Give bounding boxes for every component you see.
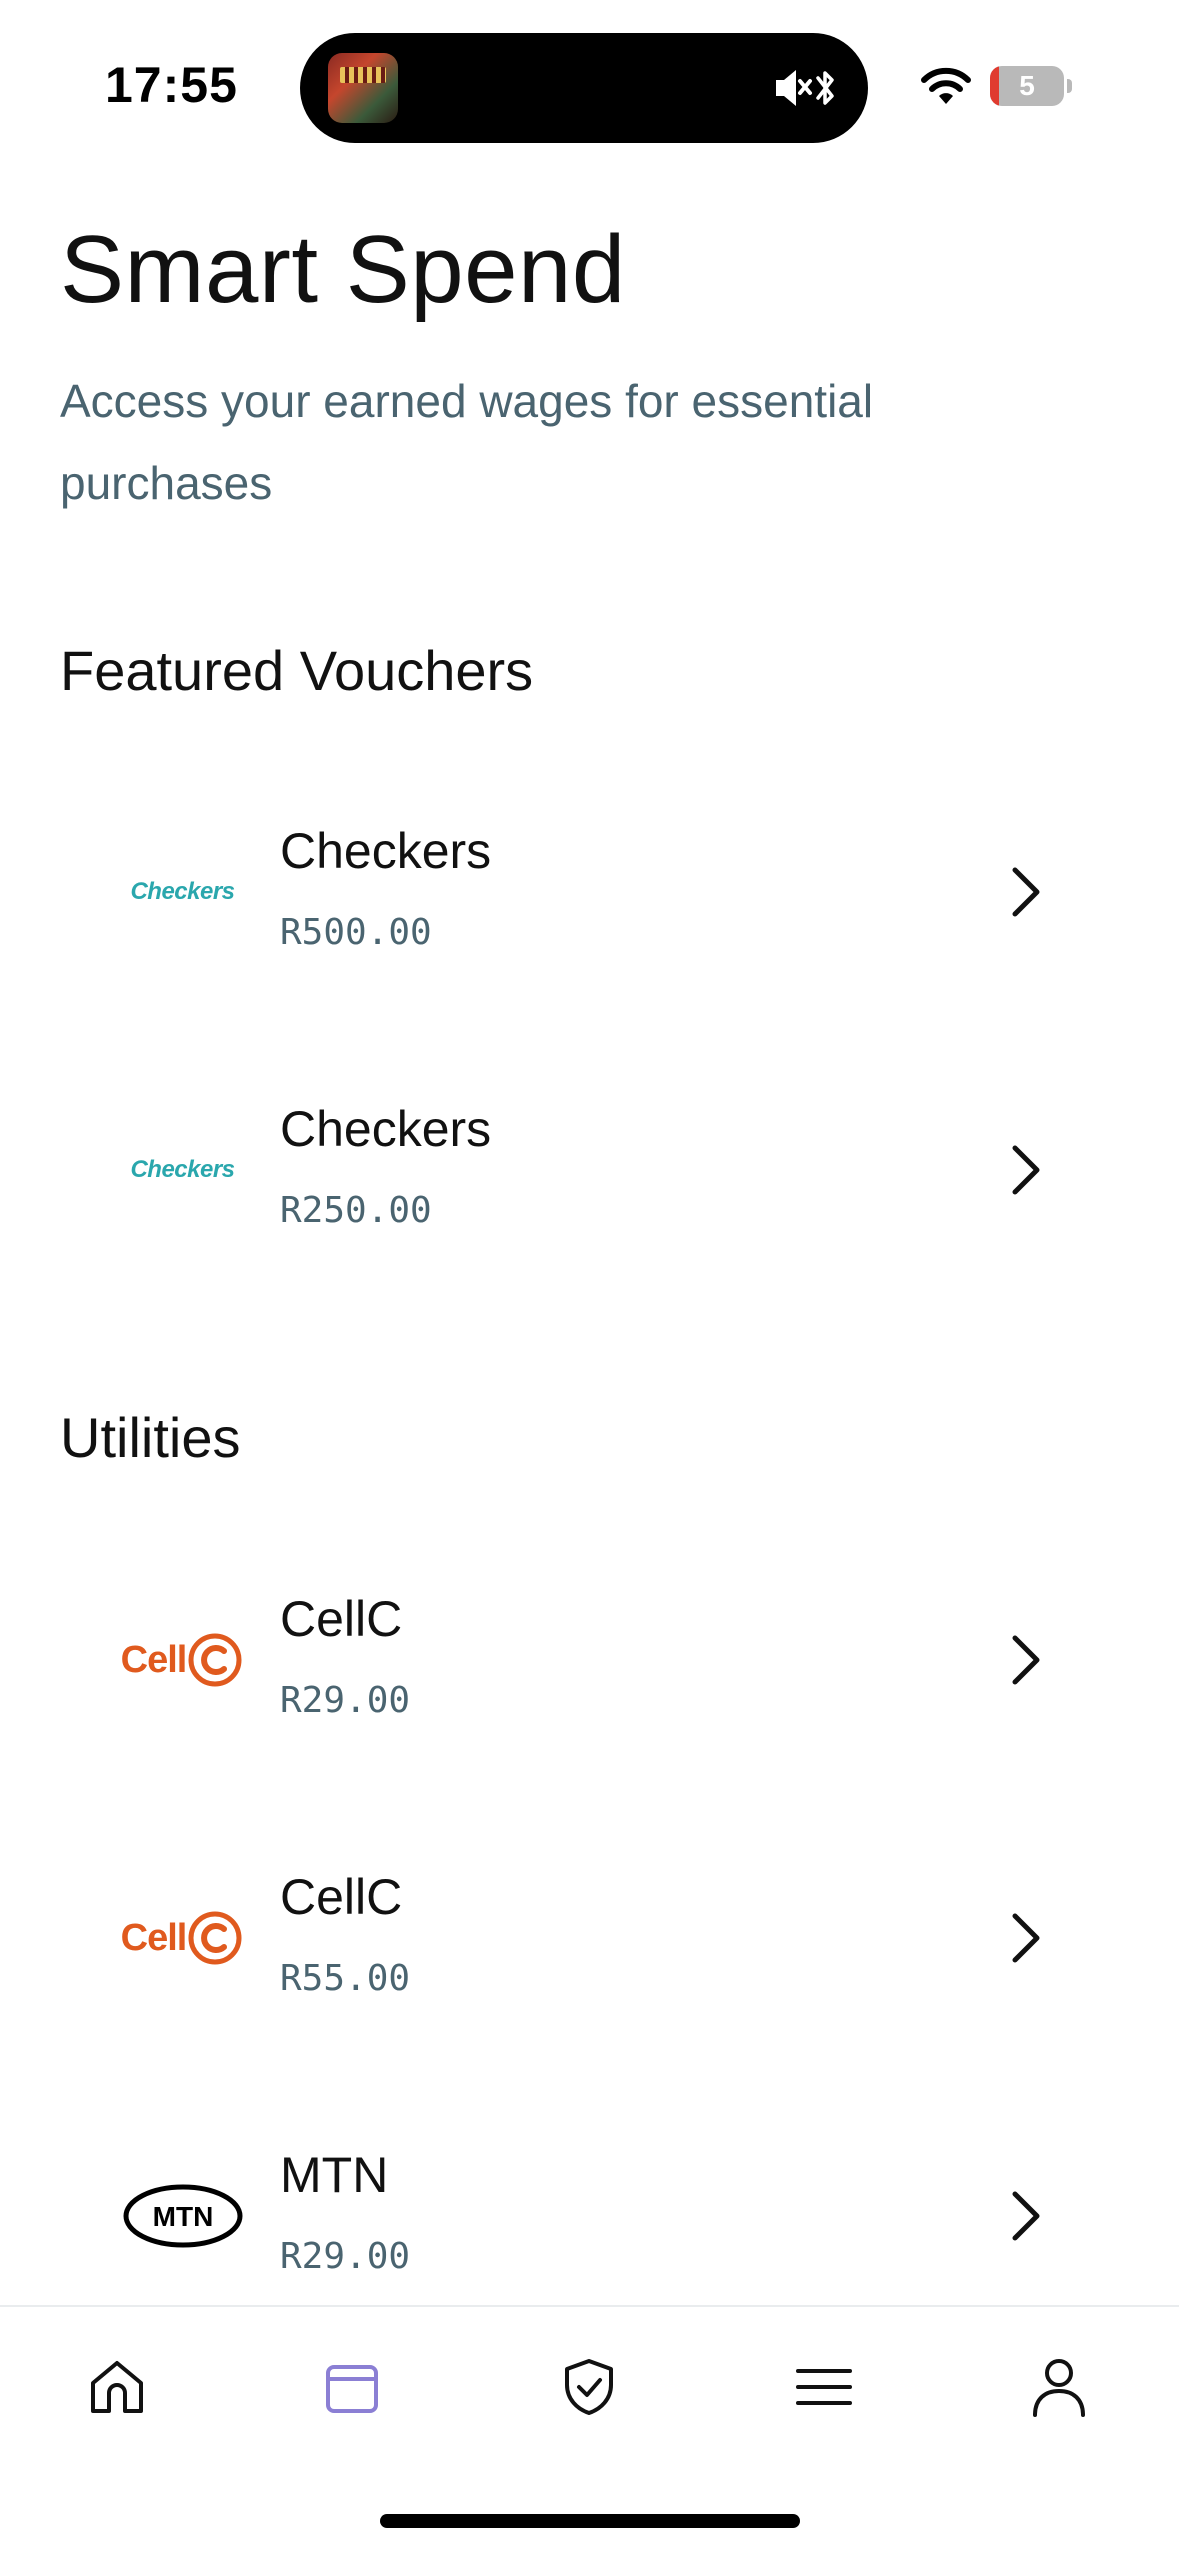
cellc-logo: Cell bbox=[120, 1610, 245, 1710]
cellc-logo: Cell bbox=[120, 1888, 245, 1988]
utility-price: R55.00 bbox=[280, 1958, 411, 1999]
featured-vouchers-title: Featured Vouchers bbox=[60, 639, 534, 702]
chevron-right-icon bbox=[1012, 1913, 1040, 1963]
dynamic-island[interactable] bbox=[300, 33, 868, 143]
profile-icon bbox=[1033, 2359, 1085, 2417]
voucher-name: Checkers bbox=[280, 823, 492, 879]
music-artwork-icon bbox=[328, 53, 398, 123]
status-time: 17:55 bbox=[105, 57, 238, 113]
cellc-c-icon bbox=[188, 1633, 242, 1687]
chevron-right-icon bbox=[1012, 867, 1040, 917]
voucher-name: Checkers bbox=[280, 1101, 492, 1157]
utility-name: CellC bbox=[280, 1591, 403, 1647]
utility-row-cellc-55[interactable]: Cell CellC R55.00 bbox=[0, 1808, 1179, 2068]
voucher-price: R250.00 bbox=[280, 1190, 432, 1231]
wifi-icon bbox=[921, 67, 971, 104]
mtn-logo: MTN bbox=[120, 2166, 245, 2266]
page-title: Smart Spend bbox=[60, 216, 626, 323]
checkers-logo: Checkers bbox=[130, 878, 235, 905]
checkers-logo: Checkers bbox=[130, 1156, 235, 1183]
utilities-title: Utilities bbox=[60, 1406, 241, 1469]
wallet-icon bbox=[326, 2365, 378, 2413]
chevron-right-icon bbox=[1012, 2191, 1040, 2241]
voucher-row-checkers-250[interactable]: Checkers Checkers R250.00 bbox=[0, 1040, 1179, 1300]
tab-menu[interactable] bbox=[774, 2337, 874, 2437]
mute-icon bbox=[776, 70, 812, 106]
bluetooth-icon bbox=[816, 71, 834, 105]
chevron-right-icon bbox=[1012, 1145, 1040, 1195]
page-subtitle: Access your earned wages for essential p… bbox=[60, 375, 874, 509]
tab-profile[interactable] bbox=[1009, 2337, 1109, 2437]
smart-spend-screen: 17:55 5 Smart Spend Access your earned w… bbox=[0, 0, 1179, 2556]
shield-check-icon bbox=[565, 2359, 613, 2415]
battery-icon: 5 bbox=[990, 66, 1072, 106]
chevron-right-icon bbox=[1012, 1635, 1040, 1685]
tab-wallet[interactable] bbox=[302, 2337, 402, 2437]
utility-name: CellC bbox=[280, 1869, 403, 1925]
voucher-row-checkers-500[interactable]: Checkers Checkers R500.00 bbox=[0, 762, 1179, 1022]
utility-row-cellc-29[interactable]: Cell CellC R29.00 bbox=[0, 1530, 1179, 1790]
tab-home[interactable] bbox=[67, 2337, 167, 2437]
utility-name: MTN bbox=[280, 2147, 389, 2203]
menu-icon bbox=[796, 2369, 852, 2405]
utility-price: R29.00 bbox=[280, 2236, 411, 2277]
voucher-price: R500.00 bbox=[280, 912, 432, 953]
home-icon bbox=[91, 2361, 143, 2413]
battery-level: 5 bbox=[1019, 70, 1035, 101]
svg-text:MTN: MTN bbox=[152, 2201, 213, 2232]
tab-shield[interactable] bbox=[539, 2337, 639, 2437]
mute-bluetooth-icon bbox=[776, 70, 834, 106]
utility-price: R29.00 bbox=[280, 1680, 411, 1721]
cellc-c-icon bbox=[188, 1911, 242, 1965]
home-indicator[interactable] bbox=[380, 2514, 800, 2528]
status-bar: 17:55 5 bbox=[0, 0, 1179, 150]
